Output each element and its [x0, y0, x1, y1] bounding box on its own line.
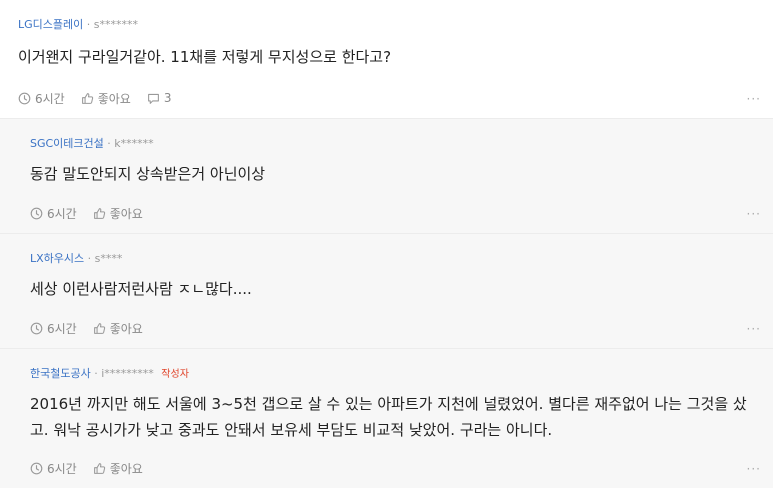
username: s****: [94, 252, 123, 265]
comment-actions: 6시간 좋아요: [30, 320, 159, 336]
like-button[interactable]: 좋아요: [93, 460, 143, 477]
comment-body: 세상 이런사람저런사람 ㅈㄴ많다....: [30, 280, 252, 298]
comment-body: 동감 말도안되지 상속받은거 아닌이상: [30, 165, 266, 183]
comment-body: 2016년 까지만 해도 서울에 3~5천 갭으로 살 수 있는 아파트가 지천…: [30, 395, 747, 439]
like-label: 좋아요: [109, 461, 143, 476]
company-name[interactable]: LG디스플레이: [18, 18, 83, 31]
like-label: 좋아요: [97, 91, 131, 106]
timestamp: 6시간: [30, 460, 77, 477]
like-label: 좋아요: [109, 206, 143, 221]
time-label: 6시간: [47, 206, 77, 221]
username: i*********: [101, 367, 154, 380]
reply-button[interactable]: 3: [147, 91, 172, 105]
username: s*******: [93, 18, 138, 31]
comment-actions: 6시간 좋아요: [30, 460, 159, 476]
company-name[interactable]: 한국철도공사: [30, 367, 91, 380]
timestamp: 6시간: [30, 320, 77, 337]
more-options-button[interactable]: ···: [747, 322, 761, 336]
timestamp: 6시간: [18, 90, 65, 107]
more-options-button[interactable]: ···: [747, 462, 761, 476]
comment-meta: LX하우시스 · s****: [30, 252, 773, 266]
timestamp: 6시간: [30, 205, 77, 222]
reply-item: SGC이테크건설 · k****** 동감 말도안되지 상속받은거 아닌이상 6…: [0, 119, 773, 234]
clock-icon: [18, 92, 31, 104]
thumbs-up-icon: [81, 92, 93, 104]
thumbs-up-icon: [93, 462, 105, 474]
like-button[interactable]: 좋아요: [93, 320, 143, 337]
like-button[interactable]: 좋아요: [93, 205, 143, 222]
meta-separator: ·: [107, 137, 111, 150]
reply-count: 3: [163, 91, 172, 105]
comment-actions: 6시간 좋아요: [30, 205, 159, 221]
company-name[interactable]: SGC이테크건설: [30, 137, 104, 150]
reply-item: LX하우시스 · s**** 세상 이런사람저런사람 ㅈㄴ많다.... 6시간 …: [0, 234, 773, 349]
time-label: 6시간: [47, 461, 77, 476]
like-button[interactable]: 좋아요: [81, 90, 131, 107]
more-options-button[interactable]: ···: [747, 92, 761, 106]
more-options-button[interactable]: ···: [747, 207, 761, 221]
clock-icon: [30, 322, 43, 334]
like-label: 좋아요: [109, 321, 143, 336]
company-name[interactable]: LX하우시스: [30, 252, 84, 265]
comment-body: 이거왠지 구라일거같아. 11채를 저렇게 무지성으로 한다고?: [18, 48, 392, 66]
meta-separator: ·: [94, 367, 98, 380]
comment-meta: SGC이테크건설 · k******: [30, 137, 773, 151]
clock-icon: [30, 462, 43, 474]
thumbs-up-icon: [93, 207, 105, 219]
clock-icon: [30, 207, 43, 219]
comment-actions: 6시간 좋아요 3: [18, 90, 187, 106]
speech-bubble-icon: [147, 93, 159, 104]
username: k******: [114, 137, 154, 150]
time-label: 6시간: [47, 321, 77, 336]
thumbs-up-icon: [93, 322, 105, 334]
meta-separator: ·: [87, 252, 92, 265]
meta-separator: ·: [86, 18, 91, 31]
comment-meta: LG디스플레이 · s*******: [18, 18, 773, 32]
author-badge: 작성자: [161, 369, 189, 380]
time-label: 6시간: [35, 91, 65, 106]
comment-item: LG디스플레이 · s******* 이거왠지 구라일거같아. 11채를 저렇게…: [0, 0, 773, 119]
reply-item: 한국철도공사 · i********* 작성자 2016년 까지만 해도 서울에…: [0, 349, 773, 488]
comment-meta: 한국철도공사 · i********* 작성자: [30, 367, 773, 381]
